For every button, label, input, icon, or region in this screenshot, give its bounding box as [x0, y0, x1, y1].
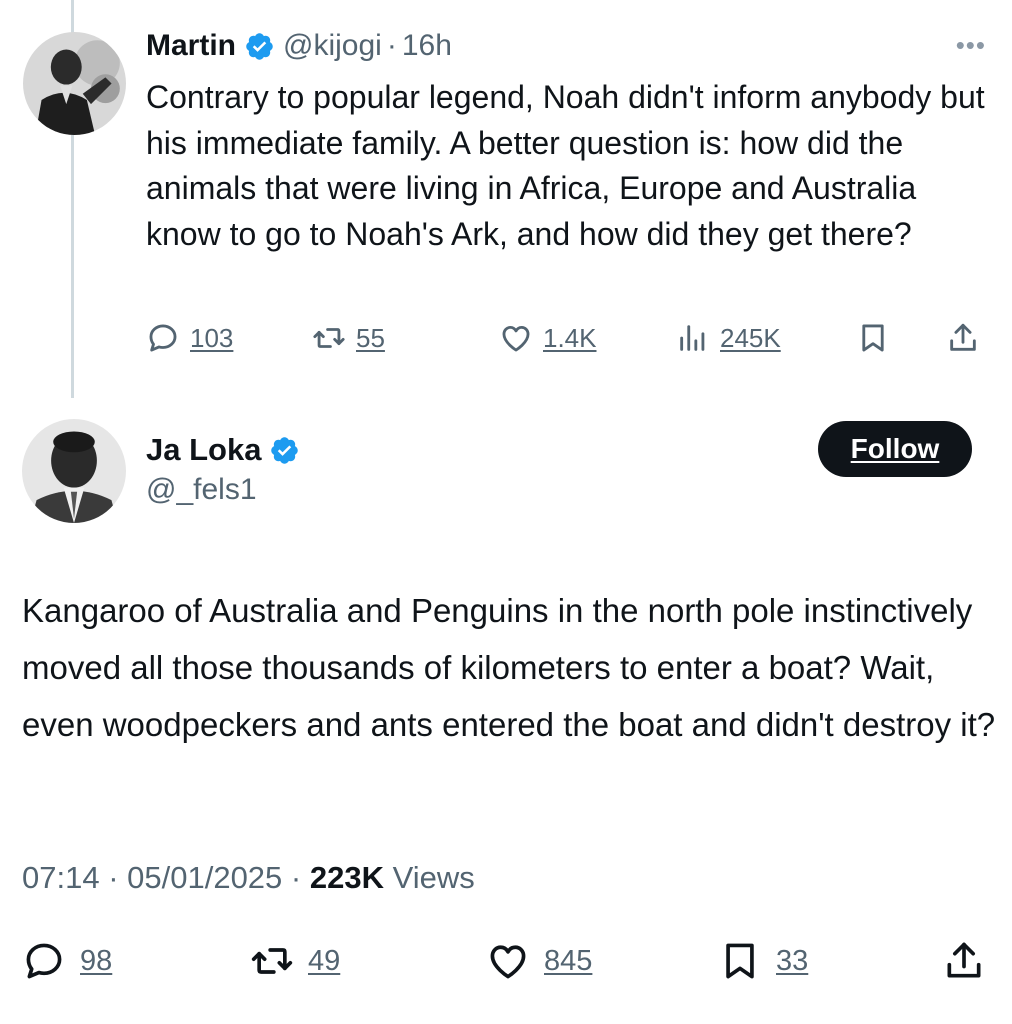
- like-count: 1.4K: [543, 322, 597, 353]
- like-button[interactable]: 845: [486, 935, 592, 987]
- separator-dot: ·: [290, 860, 310, 895]
- bookmark-count: 33: [776, 944, 809, 977]
- reply-count: 103: [190, 322, 234, 353]
- more-options-icon[interactable]: •••: [956, 32, 986, 58]
- repost-icon: [313, 328, 345, 348]
- views-count: 223K: [309, 860, 384, 895]
- share-button[interactable]: [942, 935, 1000, 987]
- separator-dot: ·: [108, 860, 128, 895]
- avatar[interactable]: [22, 419, 126, 523]
- share-button[interactable]: [946, 318, 990, 358]
- tweet-action-bar: 98 49 845 33: [22, 935, 992, 987]
- verified-badge-icon: [246, 32, 273, 60]
- tweet-text: Contrary to popular legend, Noah didn't …: [146, 79, 985, 252]
- tweet-date[interactable]: 05/01/2025: [127, 860, 282, 895]
- repost-icon: [251, 948, 293, 974]
- views-button[interactable]: 245K: [676, 318, 781, 358]
- views-count: 245K: [720, 322, 781, 353]
- tweet-header: Martin @kijogi · 16h: [146, 26, 452, 66]
- bookmark-button[interactable]: 33: [718, 935, 808, 987]
- avatar[interactable]: [23, 32, 126, 135]
- avatar-image: [23, 32, 126, 135]
- like-count: 845: [544, 944, 593, 977]
- avatar-image: [22, 419, 126, 523]
- repost-button[interactable]: 55: [312, 318, 385, 358]
- heart-icon: [490, 945, 526, 979]
- bookmark-icon: [862, 324, 884, 352]
- repost-count: 55: [356, 322, 385, 353]
- reply-button[interactable]: 103: [146, 318, 233, 358]
- tweet-time[interactable]: 07:14: [22, 860, 100, 895]
- tweet-action-bar: 103 55 1.4K 245K: [146, 318, 991, 358]
- reply-author: Ja Loka: [146, 430, 308, 470]
- follow-button[interactable]: Follow: [818, 421, 972, 477]
- reply-icon: [26, 943, 62, 979]
- repost-count: 49: [308, 944, 341, 977]
- bookmark-button[interactable]: [856, 318, 900, 358]
- share-icon: [947, 942, 981, 978]
- tweet-text: Kangaroo of Australia and Penguins in th…: [22, 592, 996, 743]
- tweet-timestamp[interactable]: 16h: [402, 29, 452, 63]
- tweet-metadata: 07:14 · 05/01/2025 · 223K Views: [22, 860, 475, 896]
- author-name[interactable]: Ja Loka: [146, 432, 261, 468]
- like-button[interactable]: 1.4K: [499, 318, 597, 358]
- reply-count: 98: [80, 944, 113, 977]
- heart-icon: [502, 325, 530, 352]
- verified-badge-icon: [271, 436, 299, 464]
- bookmark-icon: [726, 943, 754, 979]
- author-handle[interactable]: @kijogi: [283, 29, 382, 63]
- reply-button[interactable]: 98: [22, 935, 112, 987]
- analytics-icon: [680, 325, 705, 351]
- author-handle[interactable]: @_fels1: [146, 473, 257, 507]
- repost-button[interactable]: 49: [250, 935, 340, 987]
- share-icon: [950, 323, 976, 351]
- views-label: Views: [392, 860, 475, 895]
- reply-icon: [149, 324, 177, 352]
- author-name[interactable]: Martin: [146, 29, 236, 63]
- separator-dot: ·: [386, 29, 397, 62]
